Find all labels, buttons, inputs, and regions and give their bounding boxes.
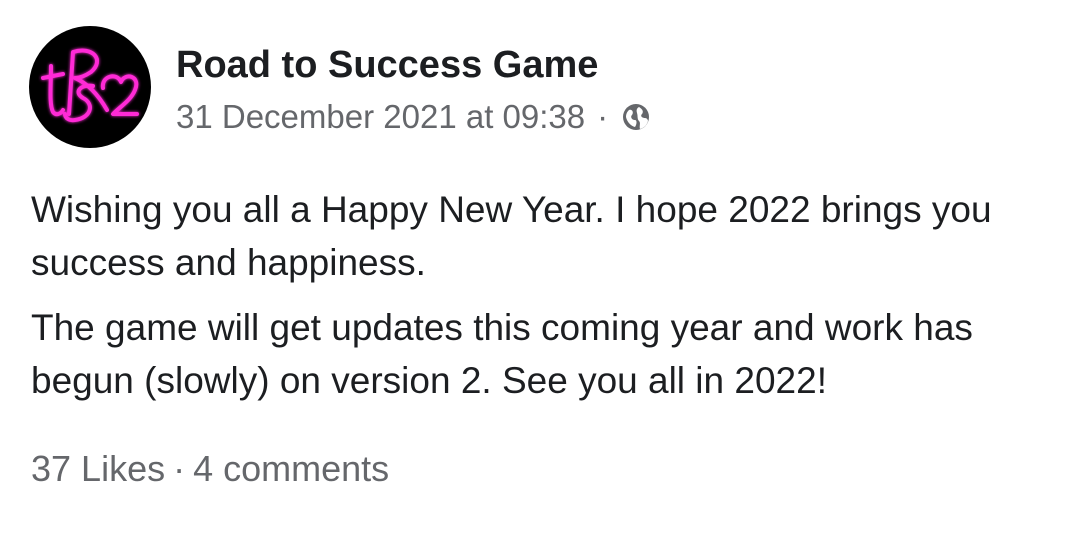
meta-separator: · xyxy=(597,98,609,135)
likes-count[interactable]: 37 Likes xyxy=(31,448,165,490)
comments-count[interactable]: 4 comments xyxy=(193,448,389,490)
post-timestamp[interactable]: 31 December 2021 at 09:38 xyxy=(176,98,585,136)
post-engagement: 37 Likes · 4 comments xyxy=(31,448,389,490)
globe-icon[interactable] xyxy=(620,101,652,133)
post-paragraph-2: The game will get updates this coming ye… xyxy=(31,307,973,401)
post-body: Wishing you all a Happy New Year. I hope… xyxy=(31,183,1061,419)
post-card: Road to Success Game 31 December 2021 at… xyxy=(0,0,1080,544)
page-name[interactable]: Road to Success Game xyxy=(176,44,598,87)
page-avatar[interactable] xyxy=(29,26,151,148)
avatar-logo-icon xyxy=(41,48,139,123)
engagement-separator: · xyxy=(173,448,186,489)
post-meta: 31 December 2021 at 09:38 · xyxy=(176,97,652,137)
post-paragraph-1: Wishing you all a Happy New Year. I hope… xyxy=(31,189,992,283)
